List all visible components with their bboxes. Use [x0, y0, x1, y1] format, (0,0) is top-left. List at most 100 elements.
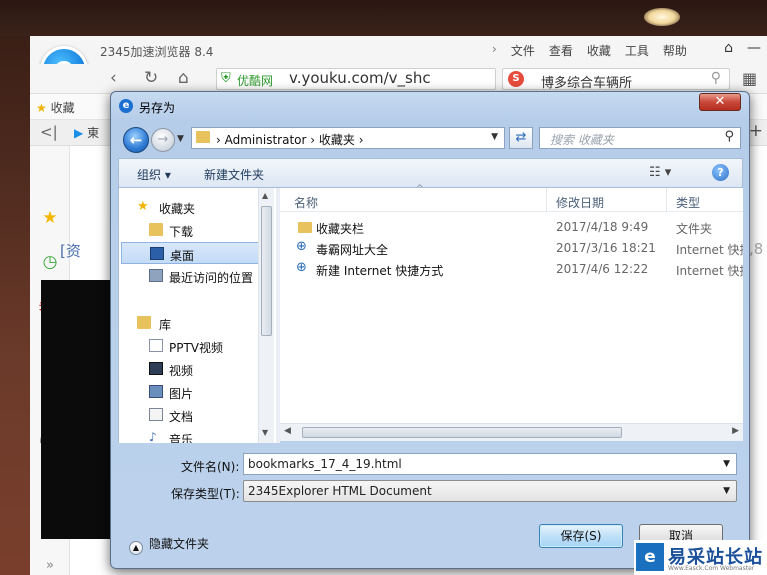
chevron-down-icon[interactable]: ▼	[491, 132, 498, 142]
youku-icon: ▶	[74, 126, 84, 140]
folder-icon	[196, 131, 210, 143]
refresh-button[interactable]: ⇄	[509, 127, 533, 149]
star-folder-icon: ★	[137, 199, 149, 214]
browser-title: 2345加速浏览器 8.4	[100, 45, 214, 59]
apps-grid-icon[interactable]: ▦	[742, 69, 757, 88]
close-button[interactable]: ✕	[699, 93, 741, 111]
download-folder-icon	[149, 223, 163, 236]
minimize-icon[interactable]: —	[747, 40, 761, 56]
tree-item-music[interactable]: ♪ 音乐	[119, 427, 277, 444]
save-button[interactable]: 保存(S)	[539, 524, 623, 548]
tree-item-videos[interactable]: 视频	[119, 358, 277, 380]
filename-value: bookmarks_17_4_19.html	[248, 457, 402, 471]
sort-arrow-icon: ^	[416, 184, 424, 194]
browser-navbar: ‹ ↻ ⌂ ⛨ 优酷网 v.youku.com/v_shc S 博多综合车辆所 …	[30, 64, 767, 94]
history-clock-icon[interactable]: ◷	[38, 250, 62, 274]
new-folder-button[interactable]: 新建文件夹	[204, 166, 264, 183]
back-icon[interactable]: ‹	[110, 68, 117, 88]
menu-file[interactable]: 文件	[511, 42, 535, 59]
file-type: Internet 快捷	[676, 243, 743, 257]
search-icon[interactable]: ⚲	[711, 70, 721, 86]
tab-item[interactable]: ▶ 東	[74, 124, 99, 141]
list-horizontal-scrollbar[interactable]: ◀ ▶	[280, 423, 743, 441]
tree-item-label: 最近访问的位置	[169, 271, 254, 285]
tree-item-pptv[interactable]: PPTV视频	[119, 335, 277, 357]
url-text[interactable]: v.youku.com/v_shc	[289, 69, 431, 87]
tree-item-label: 视频	[169, 364, 194, 378]
chevron-up-icon: ▲	[129, 541, 143, 555]
refresh-icon[interactable]: ↻	[144, 68, 158, 88]
breadcrumb-item-administrator[interactable]: Administrator	[225, 133, 307, 147]
tree-item-desktop[interactable]: 桌面	[121, 242, 261, 264]
skin-icon[interactable]: ⌂	[724, 40, 733, 56]
history-dropdown-icon[interactable]: ▼	[177, 134, 184, 144]
tree-item-recent[interactable]: 最近访问的位置	[119, 265, 277, 287]
tree-item-documents[interactable]: 文档	[119, 404, 277, 426]
help-icon[interactable]: ?	[712, 164, 729, 181]
file-row[interactable]: ⊕ 新建 Internet 快捷方式 2017/4/6 12:22 Intern…	[280, 259, 743, 280]
tree-item-downloads[interactable]: 下载	[119, 219, 277, 241]
filename-field[interactable]: bookmarks_17_4_19.html ▼	[243, 453, 737, 475]
scroll-left-icon[interactable]: ◀	[284, 426, 291, 436]
filename-label: 文件名(N):	[181, 460, 240, 474]
scroll-right-icon[interactable]: ▶	[732, 426, 739, 436]
dialog-title: 另存为	[139, 101, 176, 115]
chevron-down-icon[interactable]: ▼	[723, 459, 730, 469]
search-input[interactable]: 搜索 收藏夹 ⚲	[539, 127, 741, 149]
browser-small-icon: e	[119, 99, 133, 113]
chevron-right-icon[interactable]: ›	[492, 42, 497, 59]
navigation-tree: ★ 收藏夹 下载 桌面 最近访问的位置 库 PPTV视频 视频 图片 文档 ♪ …	[118, 188, 276, 443]
browser-menu: › 文件 查看 收藏 工具 帮助	[492, 42, 687, 59]
tree-scrollbar[interactable]: ▲ ▼	[258, 188, 274, 443]
home-icon[interactable]: ⌂	[178, 68, 189, 88]
scrollbar-thumb[interactable]	[261, 206, 272, 336]
file-row[interactable]: ⊕ 毒霸网址大全 2017/3/16 18:21 Internet 快捷	[280, 238, 743, 259]
search-icon[interactable]: ⚲	[724, 129, 734, 144]
tree-item-favorites[interactable]: ★ 收藏夹	[119, 196, 277, 218]
menu-tools[interactable]: 工具	[625, 42, 649, 59]
new-tab-icon[interactable]: +	[749, 121, 763, 141]
tree-item-pictures[interactable]: 图片	[119, 381, 277, 403]
tab-scroll-left-icon[interactable]: <|	[40, 123, 58, 141]
window-controls: ⌂ —	[724, 40, 761, 56]
tree-item-libraries[interactable]: 库	[119, 312, 277, 334]
browser-titlebar: 2345加速浏览器 8.4 › 文件 查看 收藏 工具 帮助 ⌂ —	[30, 36, 767, 64]
breadcrumb[interactable]: › Administrator › 收藏夹 › ▼	[191, 127, 505, 149]
view-options-icon[interactable]: ☷ ▾	[649, 165, 671, 180]
tree-item-label: 下载	[169, 225, 194, 239]
scroll-down-icon[interactable]: ▼	[262, 428, 268, 437]
folder-icon	[298, 222, 312, 233]
favorites-button[interactable]: ★ 收藏	[36, 99, 75, 116]
expand-more-icon[interactable]: »	[38, 554, 62, 575]
search-placeholder: 搜索 收藏夹	[550, 133, 614, 147]
tree-item-label: 收藏夹	[159, 202, 196, 216]
column-header-name[interactable]: 名称	[294, 194, 318, 211]
menu-favorites[interactable]: 收藏	[587, 42, 611, 59]
file-name: 新建 Internet 快捷方式	[316, 264, 444, 278]
scrollbar-thumb[interactable]	[302, 427, 622, 438]
browser-search[interactable]: S 博多综合车辆所 ⚲	[502, 68, 730, 91]
internet-shortcut-icon: ⊕	[296, 260, 307, 275]
savetype-select[interactable]: 2345Explorer HTML Document ▼	[243, 480, 737, 502]
hide-folders-toggle[interactable]: ▲ 隐藏文件夹	[129, 535, 209, 555]
search-text[interactable]: 博多综合车辆所	[541, 72, 632, 91]
chevron-down-icon[interactable]: ▼	[723, 486, 730, 496]
forward-arrow-icon[interactable]: →	[151, 128, 175, 152]
back-arrow-icon[interactable]: ←	[123, 127, 149, 153]
column-header-type[interactable]: 类型	[676, 194, 700, 211]
command-bar: 组织 ▾ 新建文件夹 ☷ ▾ ?	[118, 158, 743, 188]
file-row[interactable]: 收藏夹栏 2017/4/18 9:49 文件夹	[280, 217, 743, 238]
search-engine-icon[interactable]: S	[508, 71, 524, 87]
file-date: 2017/3/16 18:21	[556, 241, 656, 255]
organize-button[interactable]: 组织 ▾	[137, 166, 171, 183]
menu-help[interactable]: 帮助	[663, 42, 687, 59]
recent-places-icon	[149, 269, 163, 282]
menu-view[interactable]: 查看	[549, 42, 573, 59]
favorites-star-icon[interactable]: ★	[38, 206, 62, 230]
breadcrumb-item-favorites[interactable]: 收藏夹	[319, 133, 355, 147]
tree-item-label: 库	[159, 318, 172, 332]
column-header-date[interactable]: 修改日期	[556, 194, 604, 211]
scroll-up-icon[interactable]: ▲	[262, 191, 268, 200]
file-type: Internet 快捷	[676, 264, 743, 278]
address-bar[interactable]: ⛨ 优酷网 v.youku.com/v_shc	[216, 68, 496, 90]
